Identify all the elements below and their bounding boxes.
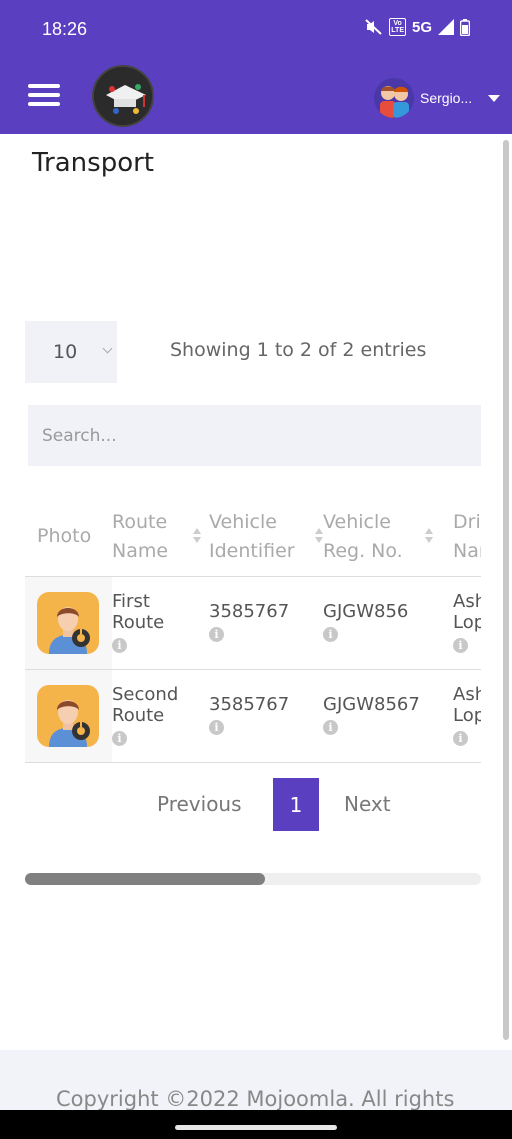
info-icon[interactable]: i	[323, 719, 338, 735]
page-1-button[interactable]: 1	[273, 778, 319, 831]
driver-avatar-icon	[37, 591, 99, 654]
column-header-route-name[interactable]: Route Name	[112, 498, 209, 577]
vehicle-reg-no-cell: GJGW856 i	[323, 576, 453, 670]
table-header-row: Photo Route Name Vehicle Identifier Vehi…	[25, 498, 481, 577]
status-bar: 18:26 Vo LTE 5G	[0, 0, 512, 62]
app-header: Sergio...	[0, 62, 512, 134]
page-scrollbar[interactable]	[503, 140, 509, 1040]
route-name-cell: First Route i	[112, 576, 209, 670]
transport-table-container[interactable]: Photo Route Name Vehicle Identifier Vehi…	[25, 498, 481, 763]
table-horizontal-scrollbar[interactable]	[25, 873, 481, 885]
scrollbar-thumb[interactable]	[25, 873, 265, 885]
transport-table: Photo Route Name Vehicle Identifier Vehi…	[25, 498, 481, 763]
page-title: Transport	[32, 148, 155, 178]
signal-icon	[438, 19, 454, 35]
next-button[interactable]: Next	[344, 792, 391, 816]
sort-icon	[425, 528, 433, 546]
table-row[interactable]: First Route i 3585767 i GJGW856 i Ashley…	[25, 576, 481, 670]
info-icon[interactable]: i	[112, 730, 127, 746]
page-length-select[interactable]: 10	[25, 321, 117, 383]
info-icon[interactable]: i	[112, 637, 127, 653]
column-header-photo: Photo	[25, 498, 112, 577]
previous-button[interactable]: Previous	[157, 792, 242, 816]
info-icon[interactable]: i	[209, 626, 224, 642]
copyright-text: Copyright ©2022 Mojoomla. All rights	[56, 1087, 455, 1110]
gesture-nav-bar	[0, 1110, 512, 1139]
chevron-down-icon	[102, 343, 113, 354]
clock: 18:26	[42, 19, 88, 39]
pagination: Previous 1 Next	[0, 778, 512, 832]
column-header-driver-name[interactable]: Driver Name	[453, 498, 481, 577]
caret-down-icon[interactable]	[488, 94, 500, 102]
school-logo[interactable]	[92, 65, 154, 127]
page-length-value: 10	[53, 341, 78, 363]
sort-icon	[315, 528, 323, 546]
info-icon[interactable]: i	[453, 637, 468, 653]
column-header-vehicle-identifier[interactable]: Vehicle Identifier	[209, 498, 323, 577]
driver-name-cell: Ashley Lopez i	[453, 669, 481, 763]
info-icon[interactable]: i	[323, 626, 338, 642]
table-row[interactable]: Second Route i 3585767 i GJGW8567 i Ash l…	[25, 669, 481, 763]
vehicle-identifier-cell: 3585767 i	[209, 669, 323, 763]
photo-cell	[25, 669, 112, 763]
system-icons: Vo LTE 5G	[365, 18, 470, 36]
route-name-cell: Second Route i	[112, 669, 209, 763]
user-menu[interactable]: Sergio...	[374, 78, 500, 118]
sort-icon	[193, 528, 201, 546]
footer: Copyright ©2022 Mojoomla. All rights	[0, 1050, 512, 1110]
photo-cell	[25, 576, 112, 670]
hamburger-icon[interactable]	[28, 84, 60, 108]
search-input[interactable]	[28, 405, 481, 466]
column-header-vehicle-reg-no[interactable]: Vehicle Reg. No.	[323, 498, 453, 577]
avatar	[374, 78, 414, 118]
home-gesture-handle[interactable]	[175, 1125, 337, 1130]
info-icon[interactable]: i	[209, 719, 224, 735]
vehicle-identifier-cell: 3585767 i	[209, 576, 323, 670]
driver-name-cell: Ashley Lopez i	[453, 576, 481, 670]
info-icon[interactable]: i	[453, 730, 468, 746]
battery-icon	[460, 18, 470, 36]
network-label: 5G	[411, 18, 432, 36]
volte-icon: Vo LTE	[389, 18, 406, 36]
mute-icon	[365, 19, 382, 35]
vehicle-reg-no-cell: GJGW8567 i	[323, 669, 453, 763]
table-info: Showing 1 to 2 of 2 entries	[170, 339, 427, 361]
driver-avatar-icon	[37, 684, 99, 747]
user-name: Sergio...	[420, 90, 473, 106]
